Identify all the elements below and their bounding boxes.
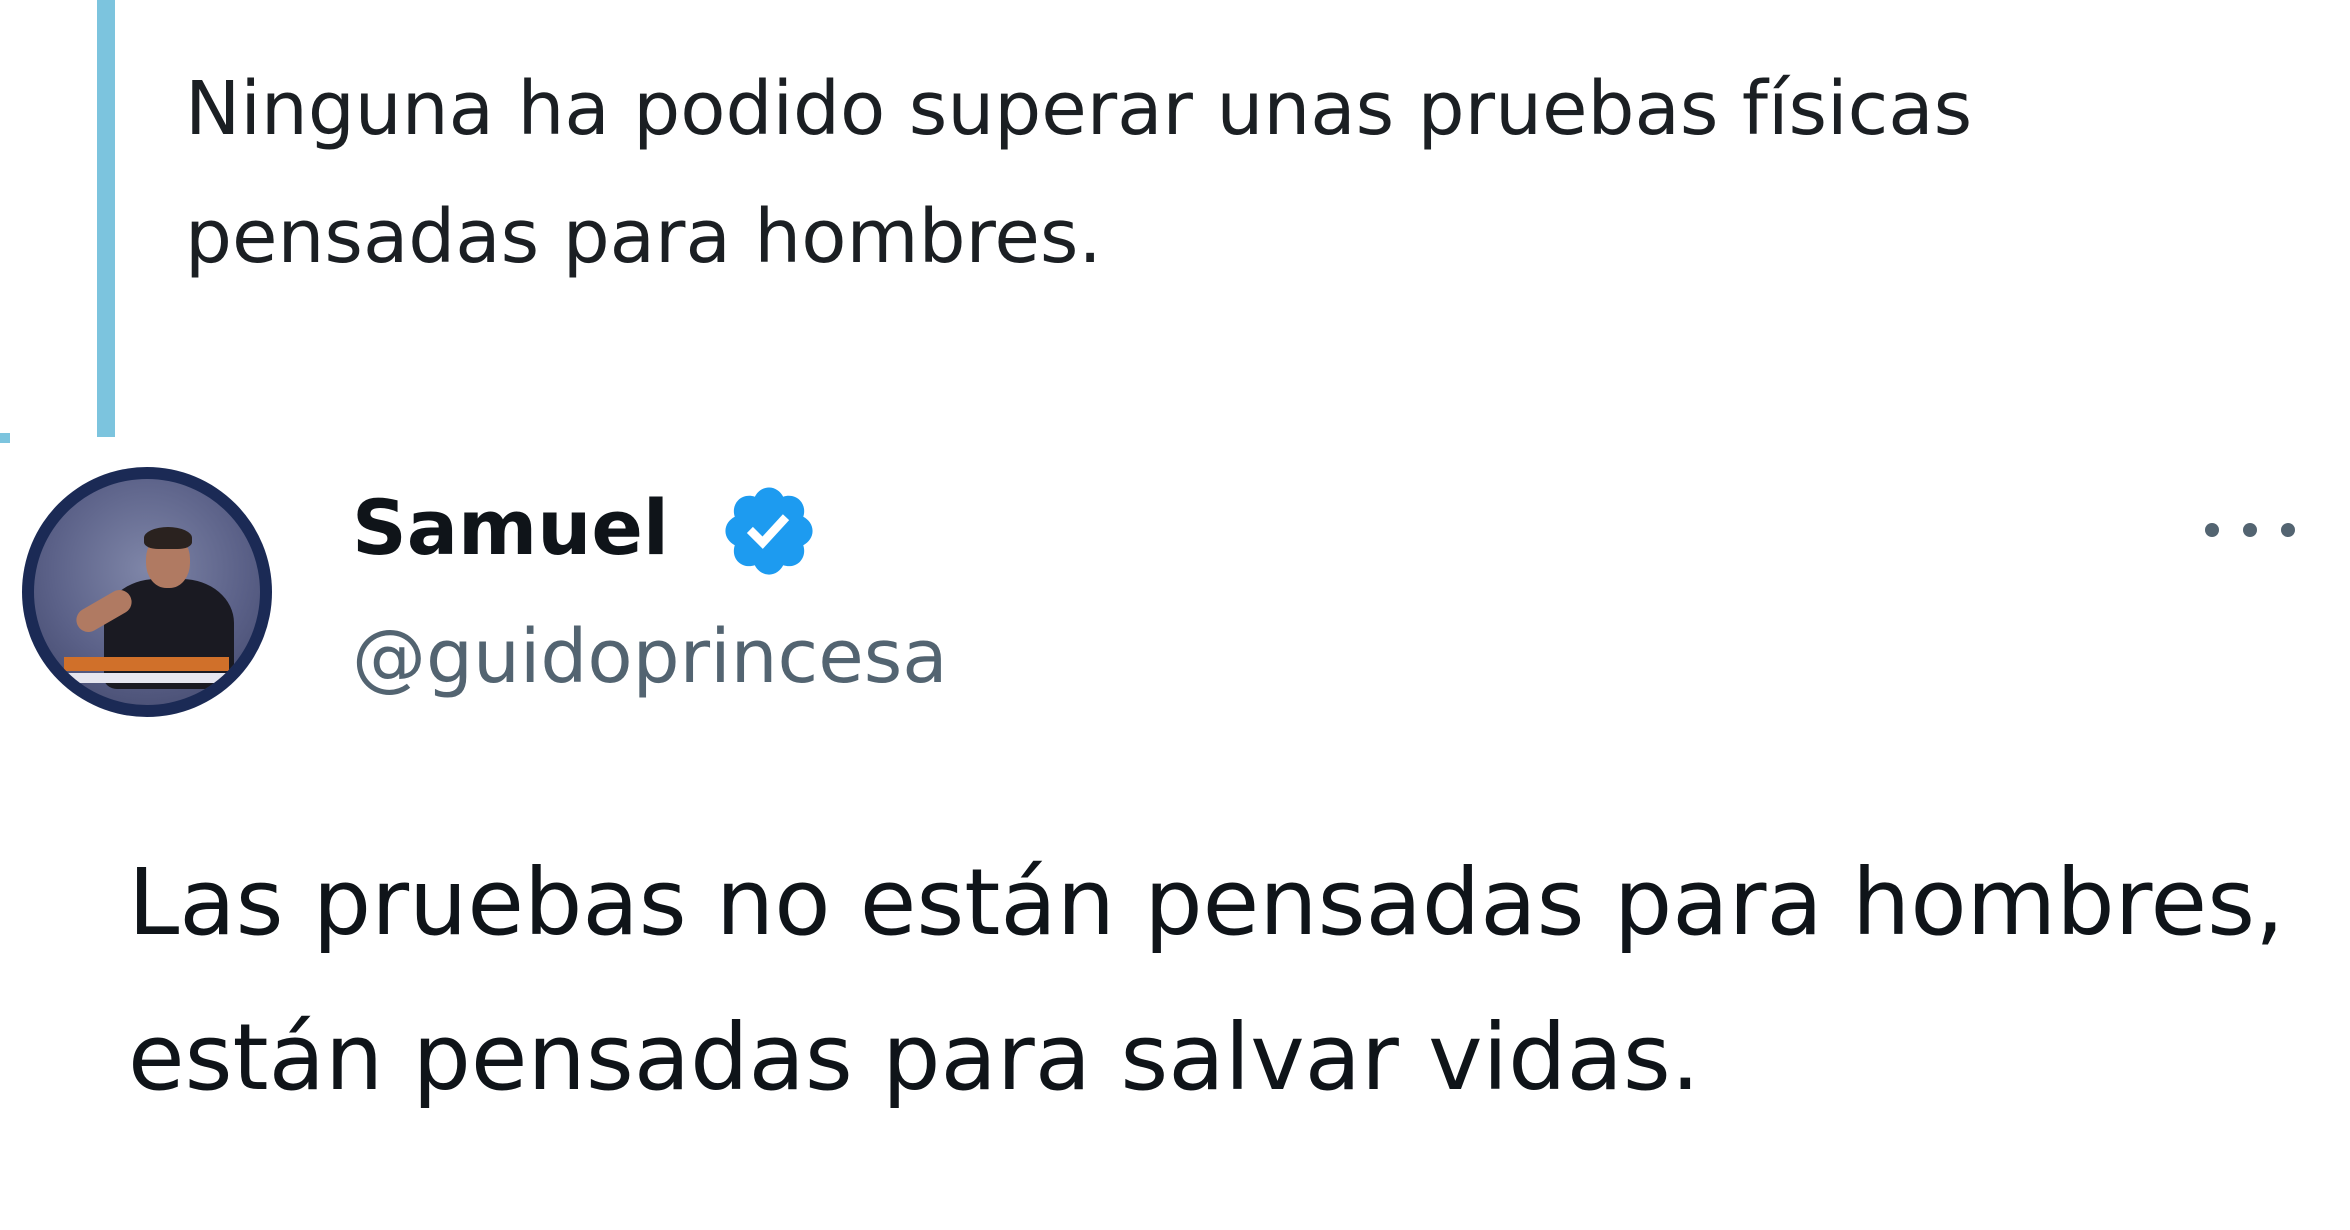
- author-display-name[interactable]: Samuel: [352, 478, 669, 578]
- avatar[interactable]: [22, 467, 272, 717]
- more-horizontal-icon-dot: [2281, 523, 2295, 537]
- more-horizontal-icon-dot: [2243, 523, 2257, 537]
- quote-accent-bar: [97, 0, 115, 437]
- quoted-tweet-text: Ninguna ha podido superar unas pruebas f…: [185, 66, 1973, 280]
- quote-accent-tick: [0, 433, 10, 443]
- tweet-text: Las pruebas no están pensadas para hombr…: [128, 849, 2285, 1111]
- avatar-photo: [34, 479, 260, 705]
- more-options-button[interactable]: [2205, 505, 2295, 555]
- avatar-banner: [64, 657, 229, 671]
- avatar-banner-secondary: [64, 673, 229, 683]
- author-handle[interactable]: @guidoprincesa: [352, 607, 948, 707]
- verified-badge-icon: [725, 487, 813, 575]
- more-horizontal-icon: [2205, 523, 2219, 537]
- avatar-person-hair: [144, 527, 192, 549]
